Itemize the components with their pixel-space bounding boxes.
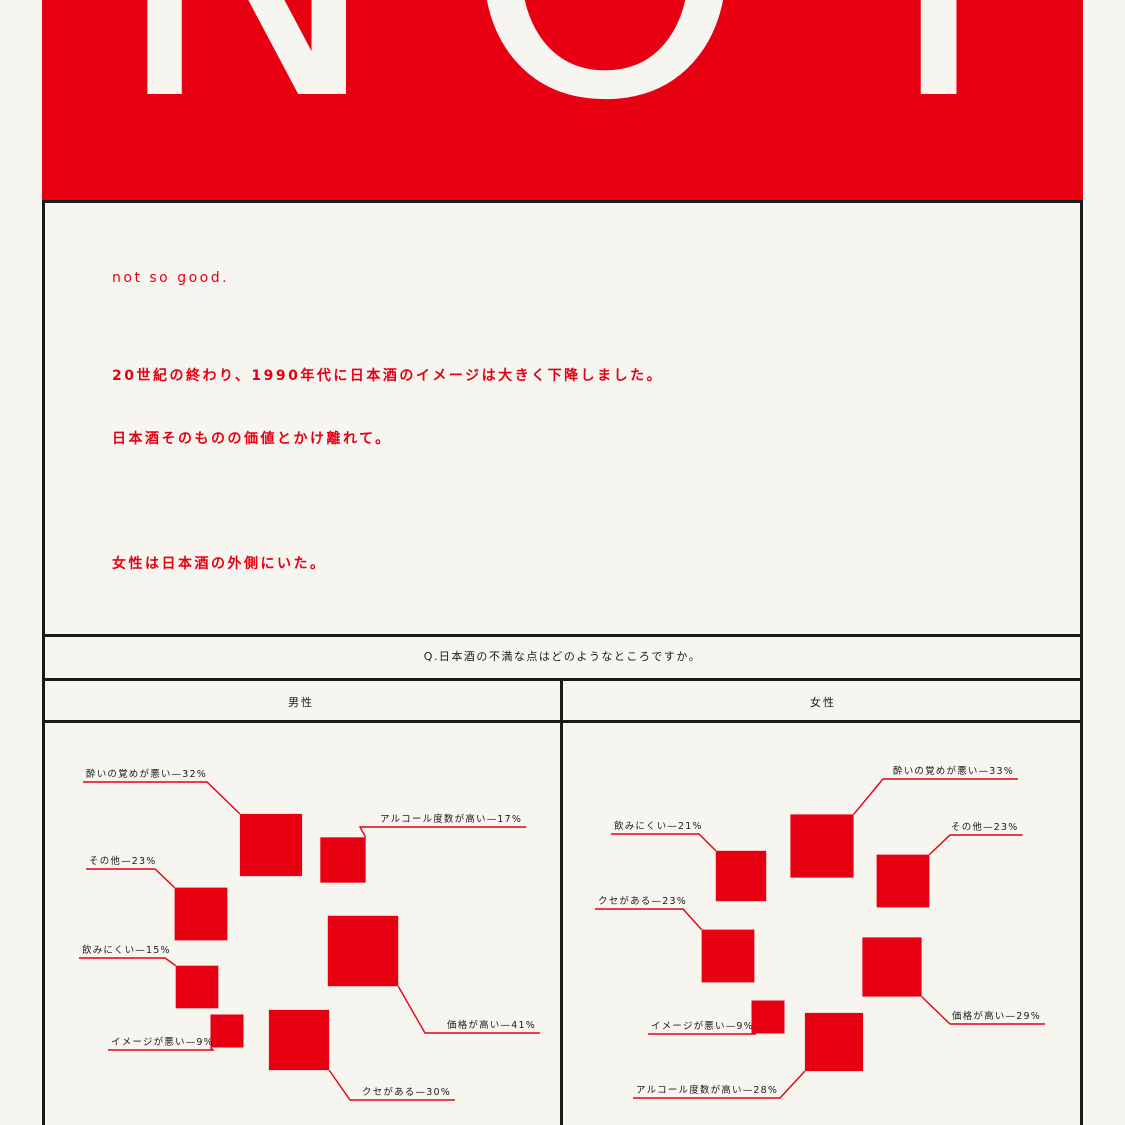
square-mark: [715, 850, 767, 902]
square-mark: [751, 1000, 785, 1034]
data-label: 酔いの覚めが悪い—32%: [86, 768, 207, 780]
square-mark: [210, 1014, 244, 1048]
data-label: アルコール度数が高い—28%: [636, 1084, 778, 1096]
leader-line: [86, 868, 176, 889]
leader-line: [853, 778, 1019, 815]
data-label: 価格が高い—29%: [952, 1010, 1041, 1022]
leader-line: [648, 1032, 757, 1035]
square-mark: [876, 854, 930, 908]
leader-line: [595, 908, 703, 931]
square-mark: [701, 929, 755, 983]
square-mark: [239, 813, 303, 877]
data-label: アルコール度数が高い—17%: [380, 813, 522, 825]
square-mark: [320, 837, 366, 883]
square-mark: [175, 965, 219, 1009]
square-mark: [268, 1009, 330, 1071]
data-label: その他—23%: [951, 821, 1019, 833]
data-label: 飲みにくい—21%: [614, 820, 703, 832]
square-mark: [804, 1012, 864, 1072]
leader-line: [358, 826, 527, 838]
data-label: その他—23%: [89, 855, 157, 867]
square-mark: [862, 937, 922, 997]
square-mark: [327, 915, 399, 987]
data-label: イメージが悪い—9%: [111, 1036, 214, 1048]
data-label: クセがある—30%: [362, 1086, 451, 1098]
data-label: 価格が高い—41%: [447, 1019, 536, 1031]
data-label: 飲みにくい—15%: [82, 944, 171, 956]
data-label: イメージが悪い—9%: [651, 1020, 754, 1032]
data-label: 酔いの覚めが悪い—33%: [893, 765, 1014, 777]
square-mark: [174, 887, 228, 941]
leader-line: [79, 957, 177, 967]
leader-line: [83, 781, 241, 815]
leader-line: [928, 834, 1023, 856]
comparison-chart: 酔いの覚めが悪い—32% アルコール度数が高い—17% その他—23% 価格が高い—4…: [79, 765, 1045, 1101]
data-label: クセがある—23%: [598, 895, 687, 907]
leader-line: [611, 833, 717, 852]
square-mark: [790, 814, 854, 878]
